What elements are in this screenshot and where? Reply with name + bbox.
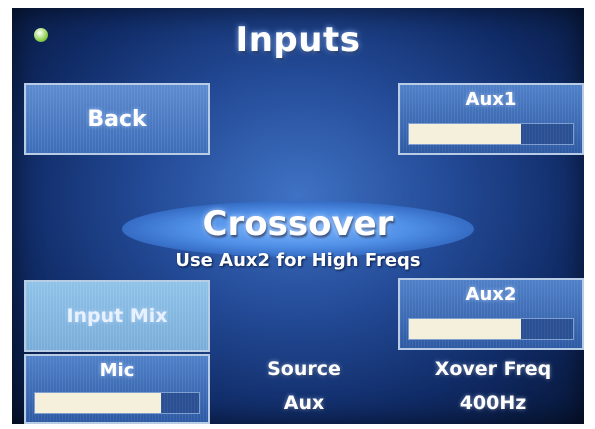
xover-freq-value: 400Hz [459,392,527,414]
crossover-title: Crossover [202,204,394,244]
input-mix-button[interactable]: Input Mix [24,280,210,352]
aux1-label: Aux1 [465,89,517,110]
aux2-level-fill [409,319,521,339]
device-screen: Inputs Back Aux1 Crossover Use Aux2 for … [12,8,584,424]
source-readout[interactable]: Source Aux [234,358,374,414]
xover-freq-label: Xover Freq [434,358,552,380]
aux2-label: Aux2 [465,284,517,305]
page-title: Inputs [235,20,361,60]
aux1-level-fill [409,124,521,144]
xover-freq-readout[interactable]: Xover Freq 400Hz [402,358,584,414]
mic-level-control[interactable]: Mic [24,354,210,424]
mic-level-meter[interactable] [34,392,200,414]
source-value: Aux [283,392,325,414]
mic-label: Mic [99,360,135,381]
mic-level-fill [35,393,162,413]
aux1-level-meter[interactable] [408,123,574,145]
aux1-level-control[interactable]: Aux1 [398,83,584,155]
back-button[interactable]: Back [24,83,210,155]
source-label: Source [267,358,341,380]
crossover-hint: Use Aux2 for High Freqs [175,250,421,271]
aux2-level-control[interactable]: Aux2 [398,278,584,350]
aux2-level-meter[interactable] [408,318,574,340]
